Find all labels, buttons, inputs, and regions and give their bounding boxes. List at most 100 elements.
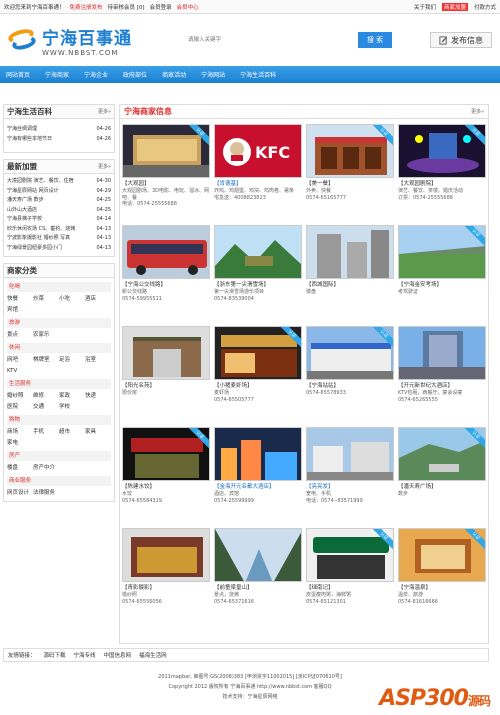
merchant-card[interactable]: 认证 【美一餐】 外卖、快餐 0574-65165777 xyxy=(306,124,396,225)
merchant-name[interactable]: 【潘天寿广场】 xyxy=(398,483,488,491)
merchant-card[interactable]: 【宁海公交线路】 新公交线路 0574-59955511 xyxy=(122,225,212,326)
category-link[interactable]: 家电 xyxy=(7,438,33,449)
category-link[interactable]: 快餐 xyxy=(7,294,33,305)
list-item-title[interactable]: 宁海丝绸调理 xyxy=(7,125,37,135)
list-item[interactable]: 山外山大酒店 04-25 xyxy=(7,206,111,216)
category-link[interactable]: 婚纱照 xyxy=(7,391,33,402)
merchant-name[interactable]: 【宁海温泉】 xyxy=(398,584,488,592)
category-link[interactable]: 网吧 xyxy=(7,355,33,366)
merchant-card[interactable]: 认证 【宁海站站】 0574-65578933 xyxy=(306,326,396,427)
publish-button[interactable]: 发布信息 xyxy=(430,32,492,48)
nav-home[interactable]: 网站首页 xyxy=(6,70,30,79)
merchant-card[interactable]: 认证 【陈建水饺】 水饺 0574-65584319 xyxy=(122,427,212,528)
list-item-title[interactable]: 大境园剧院 演艺、餐饮、住宿 xyxy=(7,177,74,187)
category-link[interactable]: 学校 xyxy=(59,402,85,413)
merchant-card[interactable]: KFC 【肯德基】 炸鸡、鸡翅堡、鸡块、鸡肉卷、署条 宅急送：4008823823 xyxy=(214,124,304,225)
list-item[interactable]: 宁海县梯子学校 04-14 xyxy=(7,215,111,225)
merchant-name[interactable]: 【肯德基】 xyxy=(214,180,304,188)
merchant-card[interactable]: 认证 【宁海金安考场】 考驾驶证 xyxy=(398,225,488,326)
member-center-link[interactable]: 会员中心 xyxy=(177,3,199,11)
merchant-name[interactable]: 【青影摄影】 xyxy=(122,584,212,592)
list-item[interactable]: 欣乐休闲农场 CS、垂钓、烧烤 04-13 xyxy=(7,225,111,235)
search-button[interactable]: 搜 索 xyxy=(358,32,392,48)
friend-link[interactable]: 中国信息网 xyxy=(104,651,132,659)
merchant-card[interactable]: 【青影摄影】 婚纱照 0574-65556056 xyxy=(122,528,212,629)
search-input[interactable] xyxy=(188,34,348,46)
list-item[interactable]: 宁海绿景园纽豪多园小门 04-13 xyxy=(7,244,111,254)
merchant-card[interactable]: 认证 【大观园剧院】 演艺、餐饮、茶楼、婚庆活动 订票：0574-25555688 xyxy=(398,124,488,225)
list-item[interactable]: 宁海丝绸调理 04-26 xyxy=(7,125,111,135)
category-link[interactable]: 快递 xyxy=(85,391,111,402)
merchant-name[interactable]: 【金海开元名都大酒店】 xyxy=(214,483,304,491)
list-item[interactable]: 宁海星辰网站 网页设计 04-29 xyxy=(7,187,111,197)
merchant-more-link[interactable]: 更多» xyxy=(471,108,484,115)
latest-more-link[interactable]: 更多» xyxy=(98,163,111,170)
merchant-name[interactable]: 【宁海公交线路】 xyxy=(122,281,212,289)
list-item[interactable]: 潘天寿广场 数步 04-25 xyxy=(7,196,111,206)
merchant-name[interactable]: 【开元新世纪大酒店】 xyxy=(398,382,488,390)
merchant-name[interactable]: 【阳光名苑】 xyxy=(122,382,212,390)
category-link[interactable]: 网页设计 xyxy=(7,488,33,499)
category-link[interactable]: 维修 xyxy=(33,391,59,402)
merchant-photo[interactable]: 认证 xyxy=(122,427,210,481)
merchant-photo[interactable]: 认证 xyxy=(306,528,394,582)
merchant-card[interactable]: 【西城国际】 楼盘 xyxy=(306,225,396,326)
merchant-name[interactable]: 【前童梁皇山】 xyxy=(214,584,304,592)
nav-activities[interactable]: 商家活动 xyxy=(162,70,186,79)
merchant-photo[interactable]: 认证 xyxy=(398,225,486,279)
category-link[interactable]: 农家乐 xyxy=(33,330,59,341)
category-link[interactable]: 法律服务 xyxy=(33,488,59,499)
list-item-title[interactable]: 宁波影象摄影社 婚纱照 写真 xyxy=(7,234,70,244)
merchant-photo[interactable] xyxy=(306,427,394,481)
list-item-title[interactable]: 潘天寿广场 数步 xyxy=(7,196,44,206)
merchant-name[interactable]: 【大观园剧院】 xyxy=(398,180,488,188)
merchant-name[interactable]: 【大观园】 xyxy=(122,180,212,188)
merchant-name[interactable]: 【小猪麦虾场】 xyxy=(214,382,304,390)
list-item[interactable]: 宁海有哪些本地节日 04-26 xyxy=(7,135,111,145)
category-link[interactable]: 家政 xyxy=(59,391,85,402)
merchant-photo[interactable] xyxy=(214,427,302,481)
merchant-card[interactable]: 【浙东第一尖滑雪场】 第一尖滑雪场游乐项目 0574-83539004 xyxy=(214,225,304,326)
merchant-name[interactable]: 【宁海站站】 xyxy=(306,382,396,390)
merchant-card[interactable]: 认证 【小猪麦虾场】 麦虾场 0574-65505777 xyxy=(214,326,304,427)
merchant-name[interactable]: 【陈建水饺】 xyxy=(122,483,212,491)
merchant-photo[interactable] xyxy=(306,225,394,279)
merchant-card[interactable]: 【金海开元名都大酒店】 酒店、宾馆 0574-25599999 xyxy=(214,427,304,528)
payment-link[interactable]: 付款方式 xyxy=(474,3,496,11)
nav-websites[interactable]: 宁海网站 xyxy=(201,70,225,79)
list-item[interactable]: 宁波影象摄影社 婚纱照 写真 04-13 xyxy=(7,234,111,244)
merchant-photo[interactable]: 认证 xyxy=(398,124,486,178)
category-link[interactable]: 足浴 xyxy=(59,355,85,366)
encyclopedia-more-link[interactable]: 更多» xyxy=(98,108,111,115)
list-item[interactable]: 大境园剧院 演艺、餐饮、住宿 04-30 xyxy=(7,177,111,187)
category-link[interactable]: 酒店 xyxy=(85,294,111,305)
category-link[interactable]: 交通 xyxy=(33,402,59,413)
nav-government[interactable]: 政府部位 xyxy=(123,70,147,79)
merchant-name[interactable]: 【绿南记】 xyxy=(306,584,396,592)
join-link[interactable]: 商家加盟 xyxy=(441,2,468,11)
merchant-photo[interactable] xyxy=(122,326,210,380)
category-link[interactable]: 浴室 xyxy=(85,355,111,366)
merchant-name[interactable]: 【宁海金安考场】 xyxy=(398,281,488,289)
nav-merchants[interactable]: 宁海商家 xyxy=(45,70,69,79)
merchant-photo[interactable]: 认证 xyxy=(398,528,486,582)
category-link[interactable]: 楼盘 xyxy=(7,463,33,474)
merchant-card[interactable]: 【开元新世纪大酒店】 KTV包厢，西餐厅，宴会设宴 0574-65265555 xyxy=(398,326,488,427)
category-link[interactable]: 炒菜 xyxy=(33,294,59,305)
merchant-card[interactable]: 认证 【宁海温泉】 温泉、旅游 0574-81616666 xyxy=(398,528,488,629)
category-link[interactable]: 商场 xyxy=(7,427,33,438)
merchant-photo[interactable]: 认证 xyxy=(306,124,394,178)
category-link[interactable]: 医院 xyxy=(7,402,33,413)
about-link[interactable]: 关于我们 xyxy=(414,3,436,11)
list-item-title[interactable]: 宁海有哪些本地节日 xyxy=(7,135,52,145)
list-item-title[interactable]: 山外山大酒店 xyxy=(7,206,37,216)
merchant-photo[interactable] xyxy=(214,225,302,279)
list-item-title[interactable]: 欣乐休闲农场 CS、垂钓、烧烤 xyxy=(7,225,75,235)
list-item-title[interactable]: 宁海县梯子学校 xyxy=(7,215,42,225)
merchant-photo[interactable]: KFC xyxy=(214,124,302,178)
merchant-photo[interactable]: 认证 xyxy=(214,326,302,380)
merchant-photo[interactable]: 认证 xyxy=(398,427,486,481)
merchant-photo[interactable] xyxy=(122,225,210,279)
category-link[interactable]: 手机 xyxy=(33,427,59,438)
merchant-name[interactable]: 【亮亮发】 xyxy=(306,483,396,491)
